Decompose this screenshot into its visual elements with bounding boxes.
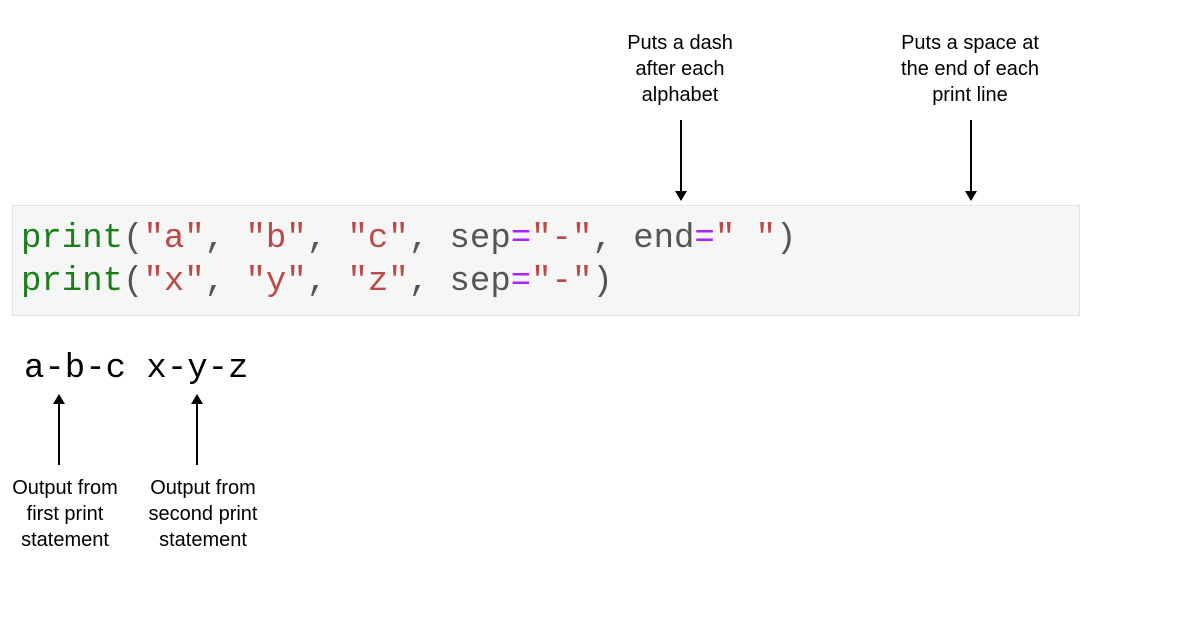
code-str: "b" [245,220,306,258]
code-block: print("a", "b", "c", sep="-", end=" ") p… [12,205,1080,316]
code-paren: ) [776,220,796,258]
code-fn: print [21,220,123,258]
code-str: "x" [143,263,204,301]
arrow-up-icon [196,395,198,465]
arrow-down-icon [680,120,682,200]
code-op: = [694,220,714,258]
annotation-output-first: Output fromfirst printstatement [0,475,130,553]
code-paren: ( [123,220,143,258]
code-str: "-" [531,263,592,301]
program-output: a-b-c x-y-z [24,350,248,388]
code-kwarg: end [633,220,694,258]
arrow-up-icon [58,395,60,465]
annotation-output-second: Output fromsecond printstatement [138,475,268,553]
annotation-end: Puts a space atthe end of eachprint line [870,30,1070,108]
code-str: " " [715,220,776,258]
code-str: "y" [245,263,306,301]
code-paren: ( [123,263,143,301]
code-kwarg: sep [450,220,511,258]
code-paren: ) [592,263,612,301]
code-str: "c" [348,220,409,258]
code-str: "a" [143,220,204,258]
code-op: = [511,263,531,301]
code-op: = [511,220,531,258]
code-str: "z" [348,263,409,301]
code-str: "-" [531,220,592,258]
annotation-sep: Puts a dashafter eachalphabet [590,30,770,108]
arrow-down-icon [970,120,972,200]
code-kwarg: sep [450,263,511,301]
code-fn: print [21,263,123,301]
